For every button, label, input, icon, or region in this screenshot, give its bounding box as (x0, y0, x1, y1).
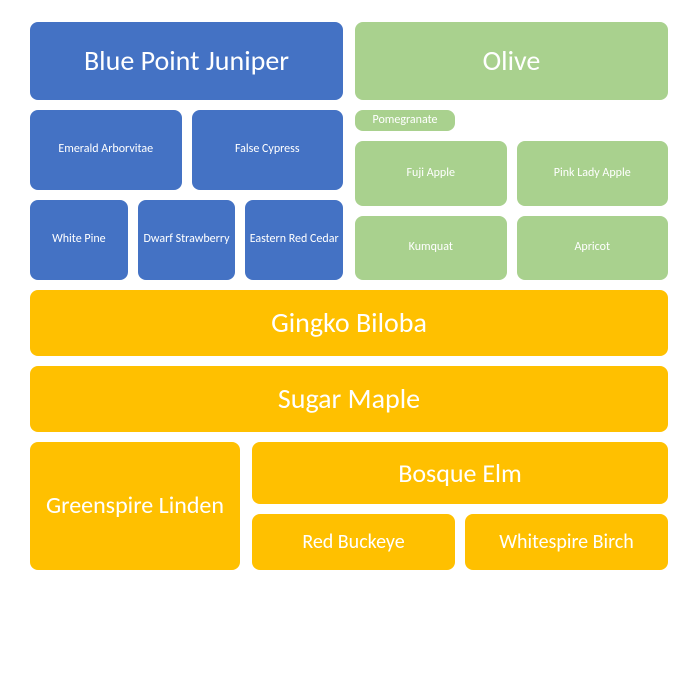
green-group: Pomegranate Fuji Apple Pink Lady Apple K… (355, 110, 668, 280)
blue-row-1: Emerald Arborvitae False Cypress (30, 110, 343, 190)
yellow-bar-2: Sugar Maple (30, 366, 668, 432)
diagram-root: Blue Point Juniper Olive Emerald Arborvi… (30, 22, 668, 668)
yellow-cell-leaf: Red Buckeye (252, 514, 455, 570)
blue-cell: Emerald Arborvitae (30, 110, 182, 190)
top-header-row: Blue Point Juniper Olive (30, 22, 668, 100)
yellow-cell-large: Gingko Biloba (30, 290, 668, 356)
yellow-cell-large: Sugar Maple (30, 366, 668, 432)
yellow-bar-1: Gingko Biloba (30, 290, 668, 356)
linden-col: Greenspire Linden (30, 442, 240, 570)
blue-cell: False Cypress (192, 110, 344, 190)
blue-cell: Dwarf Strawberry (138, 200, 236, 280)
yellow-cell-leaf: Whitespire Birch (465, 514, 668, 570)
bosque-top: Bosque Elm (252, 442, 668, 504)
blue-cell: White Pine (30, 200, 128, 280)
mid-section: Emerald Arborvitae False Cypress White P… (30, 110, 668, 280)
yellow-cell-bosque: Bosque Elm (252, 442, 668, 504)
green-cell-tall: Pomegranate (355, 110, 455, 131)
bosque-col: Bosque Elm Red Buckeye Whitespire Birch (252, 442, 668, 570)
green-cell: Fuji Apple (355, 141, 507, 205)
header-green: Olive (355, 22, 668, 100)
green-tall-col: Pomegranate (355, 110, 455, 131)
blue-row-2: White Pine Dwarf Strawberry Eastern Red … (30, 200, 343, 280)
blue-cell: Eastern Red Cedar (245, 200, 343, 280)
green-cell: Pink Lady Apple (517, 141, 669, 205)
bosque-bottom-row: Red Buckeye Whitespire Birch (252, 514, 668, 570)
header-blue: Blue Point Juniper (30, 22, 343, 100)
green-right-grid: Fuji Apple Pink Lady Apple Kumquat Apric… (355, 141, 668, 280)
yellow-bottom-group: Greenspire Linden Bosque Elm Red Buckeye… (30, 442, 668, 570)
green-cell: Apricot (517, 216, 669, 280)
blue-group: Emerald Arborvitae False Cypress White P… (30, 110, 343, 280)
green-row-1: Fuji Apple Pink Lady Apple (355, 141, 668, 205)
green-cell: Kumquat (355, 216, 507, 280)
yellow-cell-linden: Greenspire Linden (30, 442, 240, 570)
green-row-2: Kumquat Apricot (355, 216, 668, 280)
